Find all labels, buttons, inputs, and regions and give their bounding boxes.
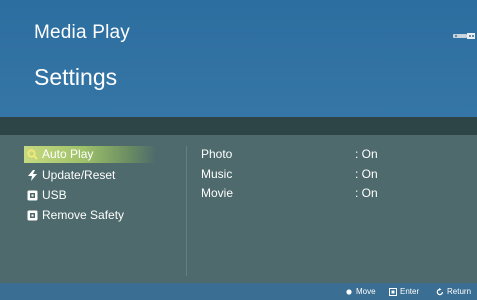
menu-item-update-reset[interactable]: Update/Reset [24, 167, 156, 184]
bolt-icon [28, 170, 37, 181]
panel-divider [186, 146, 187, 276]
setting-value: : On [355, 186, 378, 200]
media-play-screen: Media Play Settings Auto Play Update/Res… [0, 0, 477, 300]
return-icon [436, 288, 444, 296]
setting-value: : On [355, 167, 378, 181]
dot-icon [346, 289, 352, 295]
menu-item-label: Remove Safety [42, 208, 125, 222]
header: Media Play Settings [0, 0, 477, 117]
hint-label: Move [356, 287, 376, 296]
magnifier-icon [27, 149, 38, 160]
setting-name: Movie [201, 186, 234, 200]
usb-device-icon [27, 210, 38, 221]
title-separator-band [0, 117, 477, 135]
usb-icon [453, 33, 475, 39]
menu-item-auto-play[interactable]: Auto Play [24, 146, 156, 163]
enter-icon [389, 288, 397, 296]
footer-hint-bar: Move Enter Return [0, 283, 477, 300]
menu-item-label: USB [42, 188, 67, 202]
app-title: Media Play [34, 22, 130, 43]
hint-label: Enter [400, 287, 420, 296]
menu-item-remove-safety[interactable]: Remove Safety [24, 207, 156, 224]
usb-device-icon [27, 190, 38, 201]
menu-item-label: Auto Play [42, 147, 94, 161]
menu-item-usb[interactable]: USB [24, 187, 156, 204]
menu-item-label: Update/Reset [42, 168, 116, 182]
setting-name: Photo [201, 147, 233, 161]
setting-name: Music [201, 167, 233, 181]
page-title: Settings [34, 64, 118, 90]
hint-label: Return [447, 287, 472, 296]
setting-value: : On [355, 147, 378, 161]
